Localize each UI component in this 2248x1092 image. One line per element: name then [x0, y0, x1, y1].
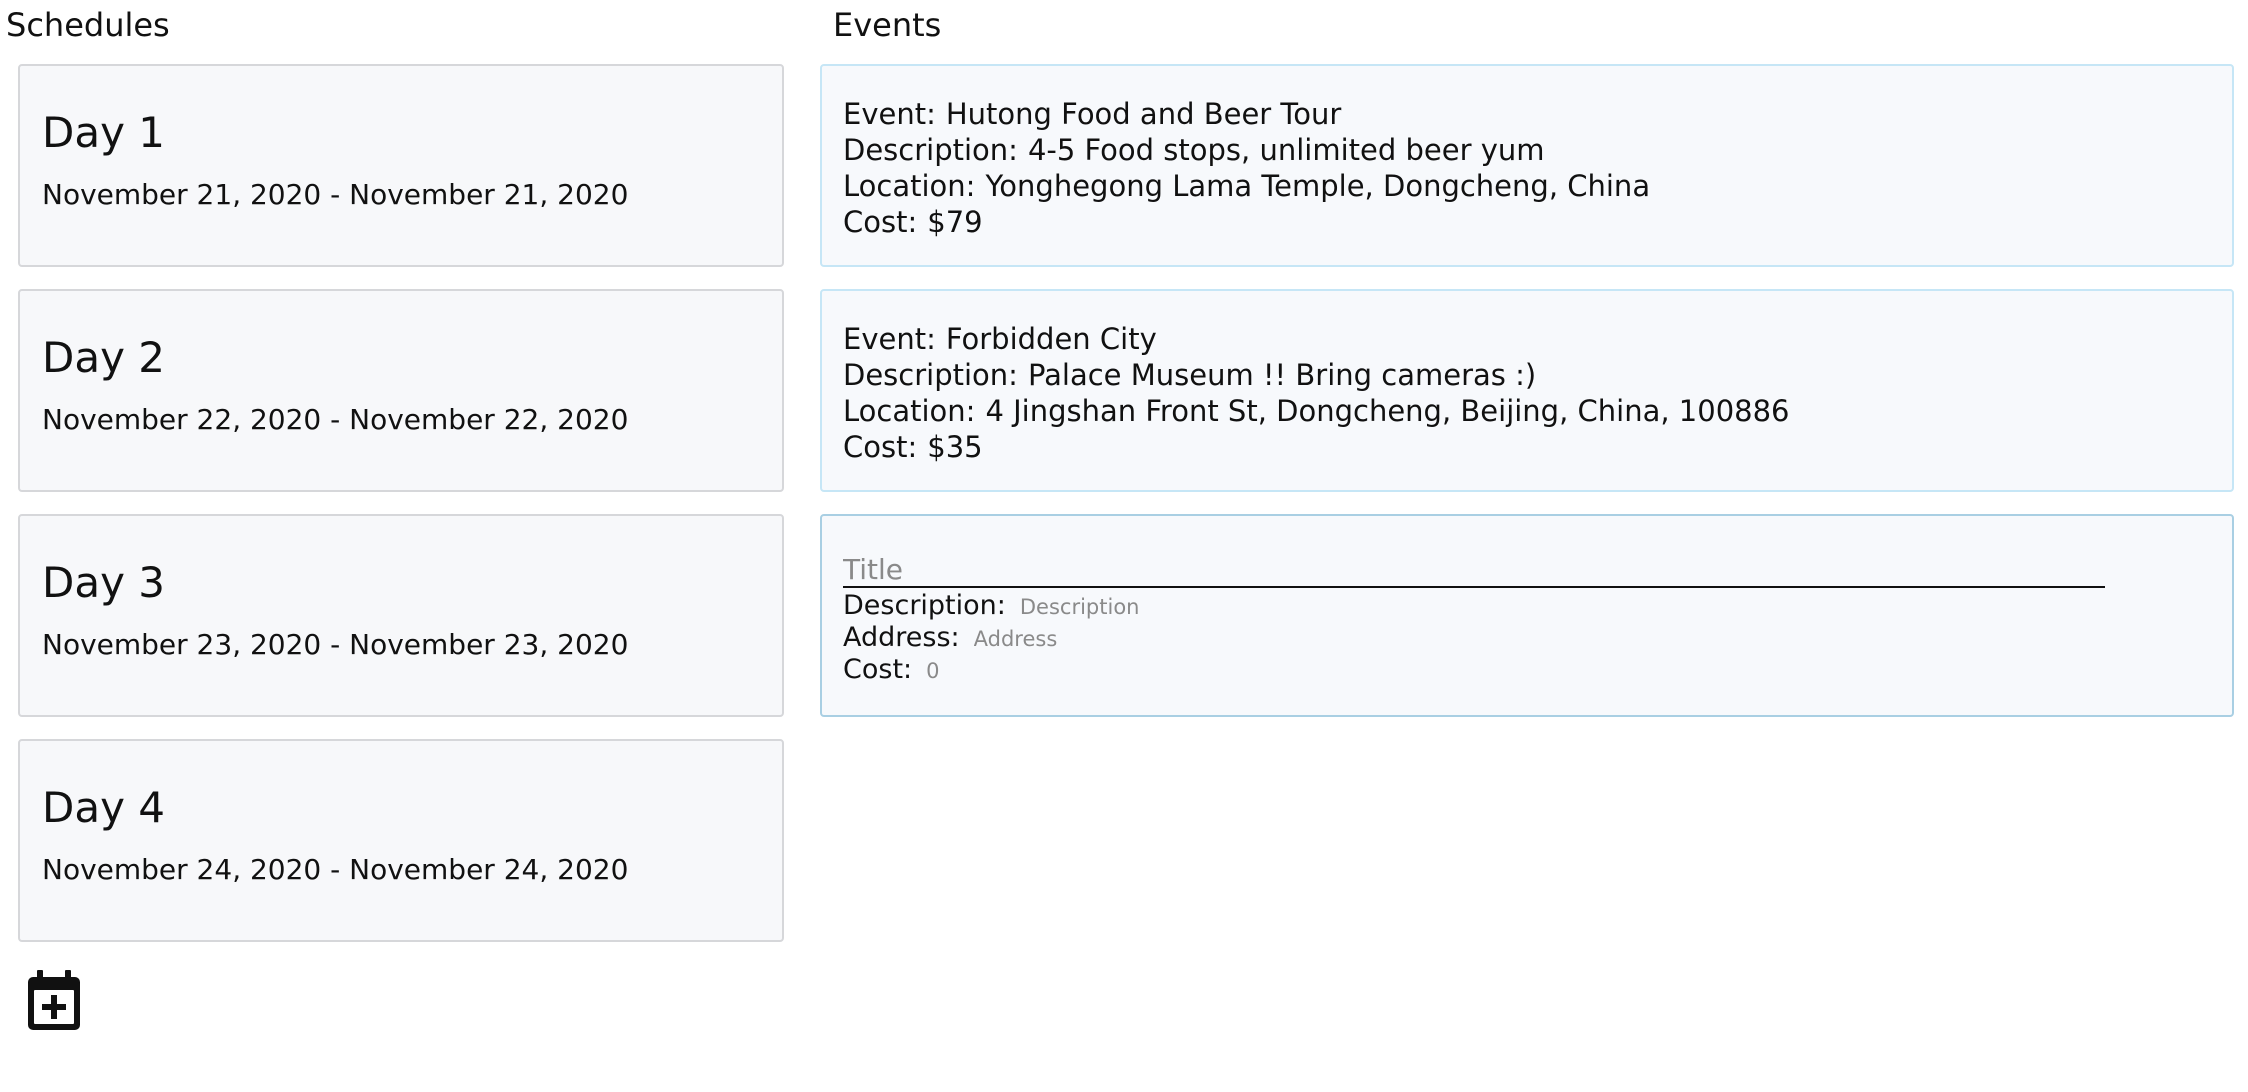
- cost-label: Cost:: [843, 205, 918, 239]
- location-label: Location:: [843, 394, 976, 428]
- address-input[interactable]: [973, 627, 1374, 651]
- event-description-row: Description: Palace Museum !! Bring camer…: [843, 357, 2232, 393]
- description-label: Description:: [843, 133, 1018, 167]
- event-name-row: Event: Forbidden City: [843, 321, 2232, 357]
- event-description-row: Description: 4-5 Food stops, unlimited be…: [843, 132, 2232, 168]
- address-label: Address:: [843, 622, 960, 653]
- event-name-row: Event: Hutong Food and Beer Tour: [843, 96, 2232, 132]
- event-card: Event: Hutong Food and Beer Tour Descript…: [820, 64, 2234, 267]
- events-heading: Events: [833, 6, 942, 44]
- event-description: 4-5 Food stops, unlimited beer yum: [1027, 133, 1545, 167]
- event-cost-row: Cost: $79: [843, 204, 2232, 240]
- description-row: Description:: [843, 590, 2232, 622]
- schedule-card-day-4[interactable]: Day 4 November 24, 2020 - November 24, 2…: [18, 739, 784, 942]
- location-label: Location:: [843, 169, 976, 203]
- event-location: 4 Jingshan Front St, Dongcheng, Beijing,…: [985, 394, 1790, 428]
- schedule-card-day-2[interactable]: Day 2 November 22, 2020 - November 22, 2…: [18, 289, 784, 492]
- schedule-date-range: November 21, 2020 - November 21, 2020: [42, 178, 629, 211]
- event-cost: $35: [927, 430, 983, 464]
- event-title-input[interactable]: [843, 552, 2105, 588]
- description-label: Description:: [843, 590, 1006, 621]
- event-description: Palace Museum !! Bring cameras :): [1027, 358, 1537, 392]
- event-cost-row: Cost: $35: [843, 429, 2232, 465]
- event-name: Hutong Food and Beer Tour: [945, 97, 1342, 131]
- events-list: Event: Hutong Food and Beer Tour Descript…: [820, 64, 2234, 717]
- calendar-plus-icon: [28, 970, 80, 1030]
- add-schedule-button[interactable]: [26, 970, 82, 1032]
- schedule-title: Day 4: [42, 783, 166, 832]
- event-label: Event:: [843, 97, 936, 131]
- schedules-heading: Schedules: [6, 6, 170, 44]
- schedule-date-range: November 22, 2020 - November 22, 2020: [42, 403, 629, 436]
- event-location: Yonghegong Lama Temple, Dongcheng, China: [985, 169, 1651, 203]
- schedule-date-range: November 23, 2020 - November 23, 2020: [42, 628, 629, 661]
- event-label: Event:: [843, 322, 936, 356]
- new-event-form: Description: Address: Cost:: [820, 514, 2234, 717]
- schedule-title: Day 1: [42, 108, 166, 157]
- description-label: Description:: [843, 358, 1018, 392]
- schedule-title: Day 3: [42, 558, 166, 607]
- event-location-row: Location: Yonghegong Lama Temple, Dongche…: [843, 168, 2232, 204]
- schedule-date-range: November 24, 2020 - November 24, 2020: [42, 853, 629, 886]
- address-row: Address:: [843, 622, 2232, 654]
- description-input[interactable]: [1019, 595, 1420, 619]
- schedule-card-day-3[interactable]: Day 3 November 23, 2020 - November 23, 2…: [18, 514, 784, 717]
- event-card: Event: Forbidden City Description: Palace …: [820, 289, 2234, 492]
- schedule-title: Day 2: [42, 333, 166, 382]
- event-cost: $79: [927, 205, 983, 239]
- cost-label: Cost:: [843, 654, 913, 685]
- cost-label: Cost:: [843, 430, 918, 464]
- cost-row: Cost:: [843, 654, 2232, 686]
- cost-input[interactable]: [926, 659, 1327, 683]
- event-name: Forbidden City: [945, 322, 1157, 356]
- schedule-list: Day 1 November 21, 2020 - November 21, 2…: [18, 64, 784, 964]
- event-location-row: Location: 4 Jingshan Front St, Dongcheng,…: [843, 393, 2232, 429]
- schedule-card-day-1[interactable]: Day 1 November 21, 2020 - November 21, 2…: [18, 64, 784, 267]
